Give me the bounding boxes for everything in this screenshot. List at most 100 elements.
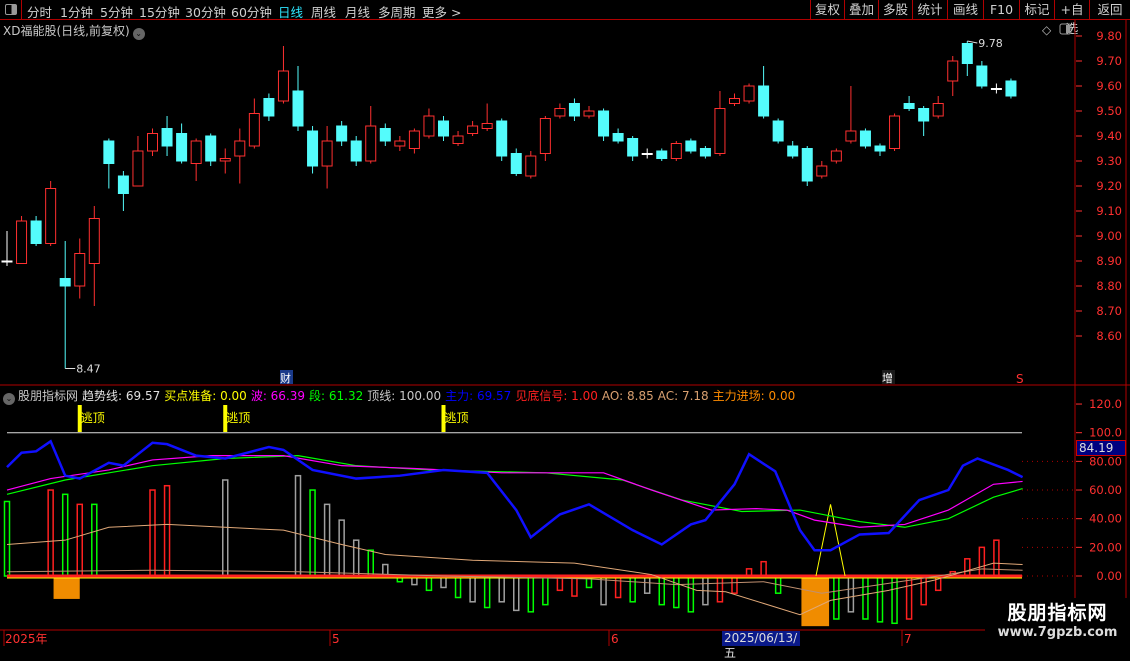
candle-body [234,140,246,157]
escape-top-label: 逃顶 [81,411,105,425]
price-tick-label: 9.40 [1096,129,1122,143]
histogram-bar [469,575,476,603]
price-tick-label: 9.50 [1096,104,1122,118]
ac-line [6,568,1023,594]
price-tick-label: 9.30 [1096,154,1122,168]
histogram-bar [542,575,549,606]
candle-body [248,113,260,147]
candle-body [787,145,799,157]
candle-body [670,143,682,159]
entry-block [53,576,80,599]
candle [510,148,522,176]
candle [394,136,406,151]
candle-body [918,108,930,122]
candle [961,41,973,76]
candle-body [496,120,508,157]
candle-body [568,103,580,117]
histogram-bar [483,575,491,609]
histogram-bar [338,519,345,577]
candle [830,148,842,164]
candle [685,138,697,154]
candle-body [990,88,1002,90]
price-tick-label: 9.70 [1096,54,1122,68]
histogram-bar [454,575,462,599]
histogram-bar [673,575,680,609]
candle [598,108,610,141]
chevron-down-icon[interactable]: ⌄ [3,393,15,405]
candle-body [481,123,493,129]
candle [45,181,57,246]
candle [467,121,479,136]
candle [88,206,100,306]
candle-body [641,153,653,155]
legend-item: AC: 7.18 [657,389,709,403]
segment-line [6,455,1023,528]
candle-body [423,115,435,137]
histogram-bar [149,489,156,577]
candle-body [816,165,828,177]
candle [772,118,784,144]
ao-line [6,523,1023,616]
candle-body [743,85,755,102]
candle-body [161,128,173,147]
candle [161,116,173,156]
histogram-bar [367,549,374,577]
histogram-bar [687,575,695,613]
candle [976,61,988,89]
legend-item: 主力进场: 0.00 [712,389,796,403]
histogram-bar [629,575,636,603]
histogram-bar [862,575,869,620]
candle-body [510,153,522,174]
candle-body [277,70,289,102]
kline-chart[interactable]: ◇ 9.80 9.70 9.60 9.50 9.40 9.30 9.20 9.10 9.00 8.9… [0,0,1130,650]
time-label: 7 [904,632,912,646]
candle [583,106,595,119]
candle [205,133,217,166]
cursor-date: 2025/06/13/五 [722,631,800,660]
candle-body [336,125,348,142]
candle-body [859,130,871,147]
candle [859,128,871,149]
histogram-bar [47,489,54,577]
candle [816,161,828,179]
candle-body [452,135,464,144]
main-force-line [6,439,1024,552]
price-tick-label: 9.00 [1096,229,1122,243]
histogram-bar [847,575,855,613]
candle-body [1005,80,1017,97]
candle-body [830,150,842,162]
time-label: 2025年 [5,632,48,646]
candle [190,138,202,181]
candle-body [845,130,857,142]
bottom-signal [815,504,846,577]
candle [365,106,377,164]
legend-item: 波: 66.39 [250,389,306,403]
candle [423,108,435,139]
candle-body [656,150,668,159]
candle [350,136,362,166]
time-label: 6 [611,632,619,646]
histogram-bar [61,493,69,577]
candle [787,141,799,159]
candle-body [219,158,231,162]
candle [452,131,464,146]
histogram-bar [76,503,83,577]
candle [292,66,304,131]
histogram-bar [309,489,316,577]
candle-body [190,140,202,164]
candle [918,106,930,136]
ind-tick-label: 60.00 [1089,483,1122,497]
price-tick-label: 9.80 [1096,29,1122,43]
candle-body [321,140,333,167]
histogram-bar [905,575,913,620]
legend-item: 买点准备: 0.00 [164,389,247,403]
candle-body [394,140,406,147]
low-price-label: 8.47 [76,363,101,376]
candle-body [45,188,57,244]
candle [263,93,275,121]
histogram-bar [978,546,986,577]
histogram-bar [658,575,665,606]
candle-body [961,43,973,64]
candle-body [903,103,915,109]
histogram-bar [91,503,98,577]
